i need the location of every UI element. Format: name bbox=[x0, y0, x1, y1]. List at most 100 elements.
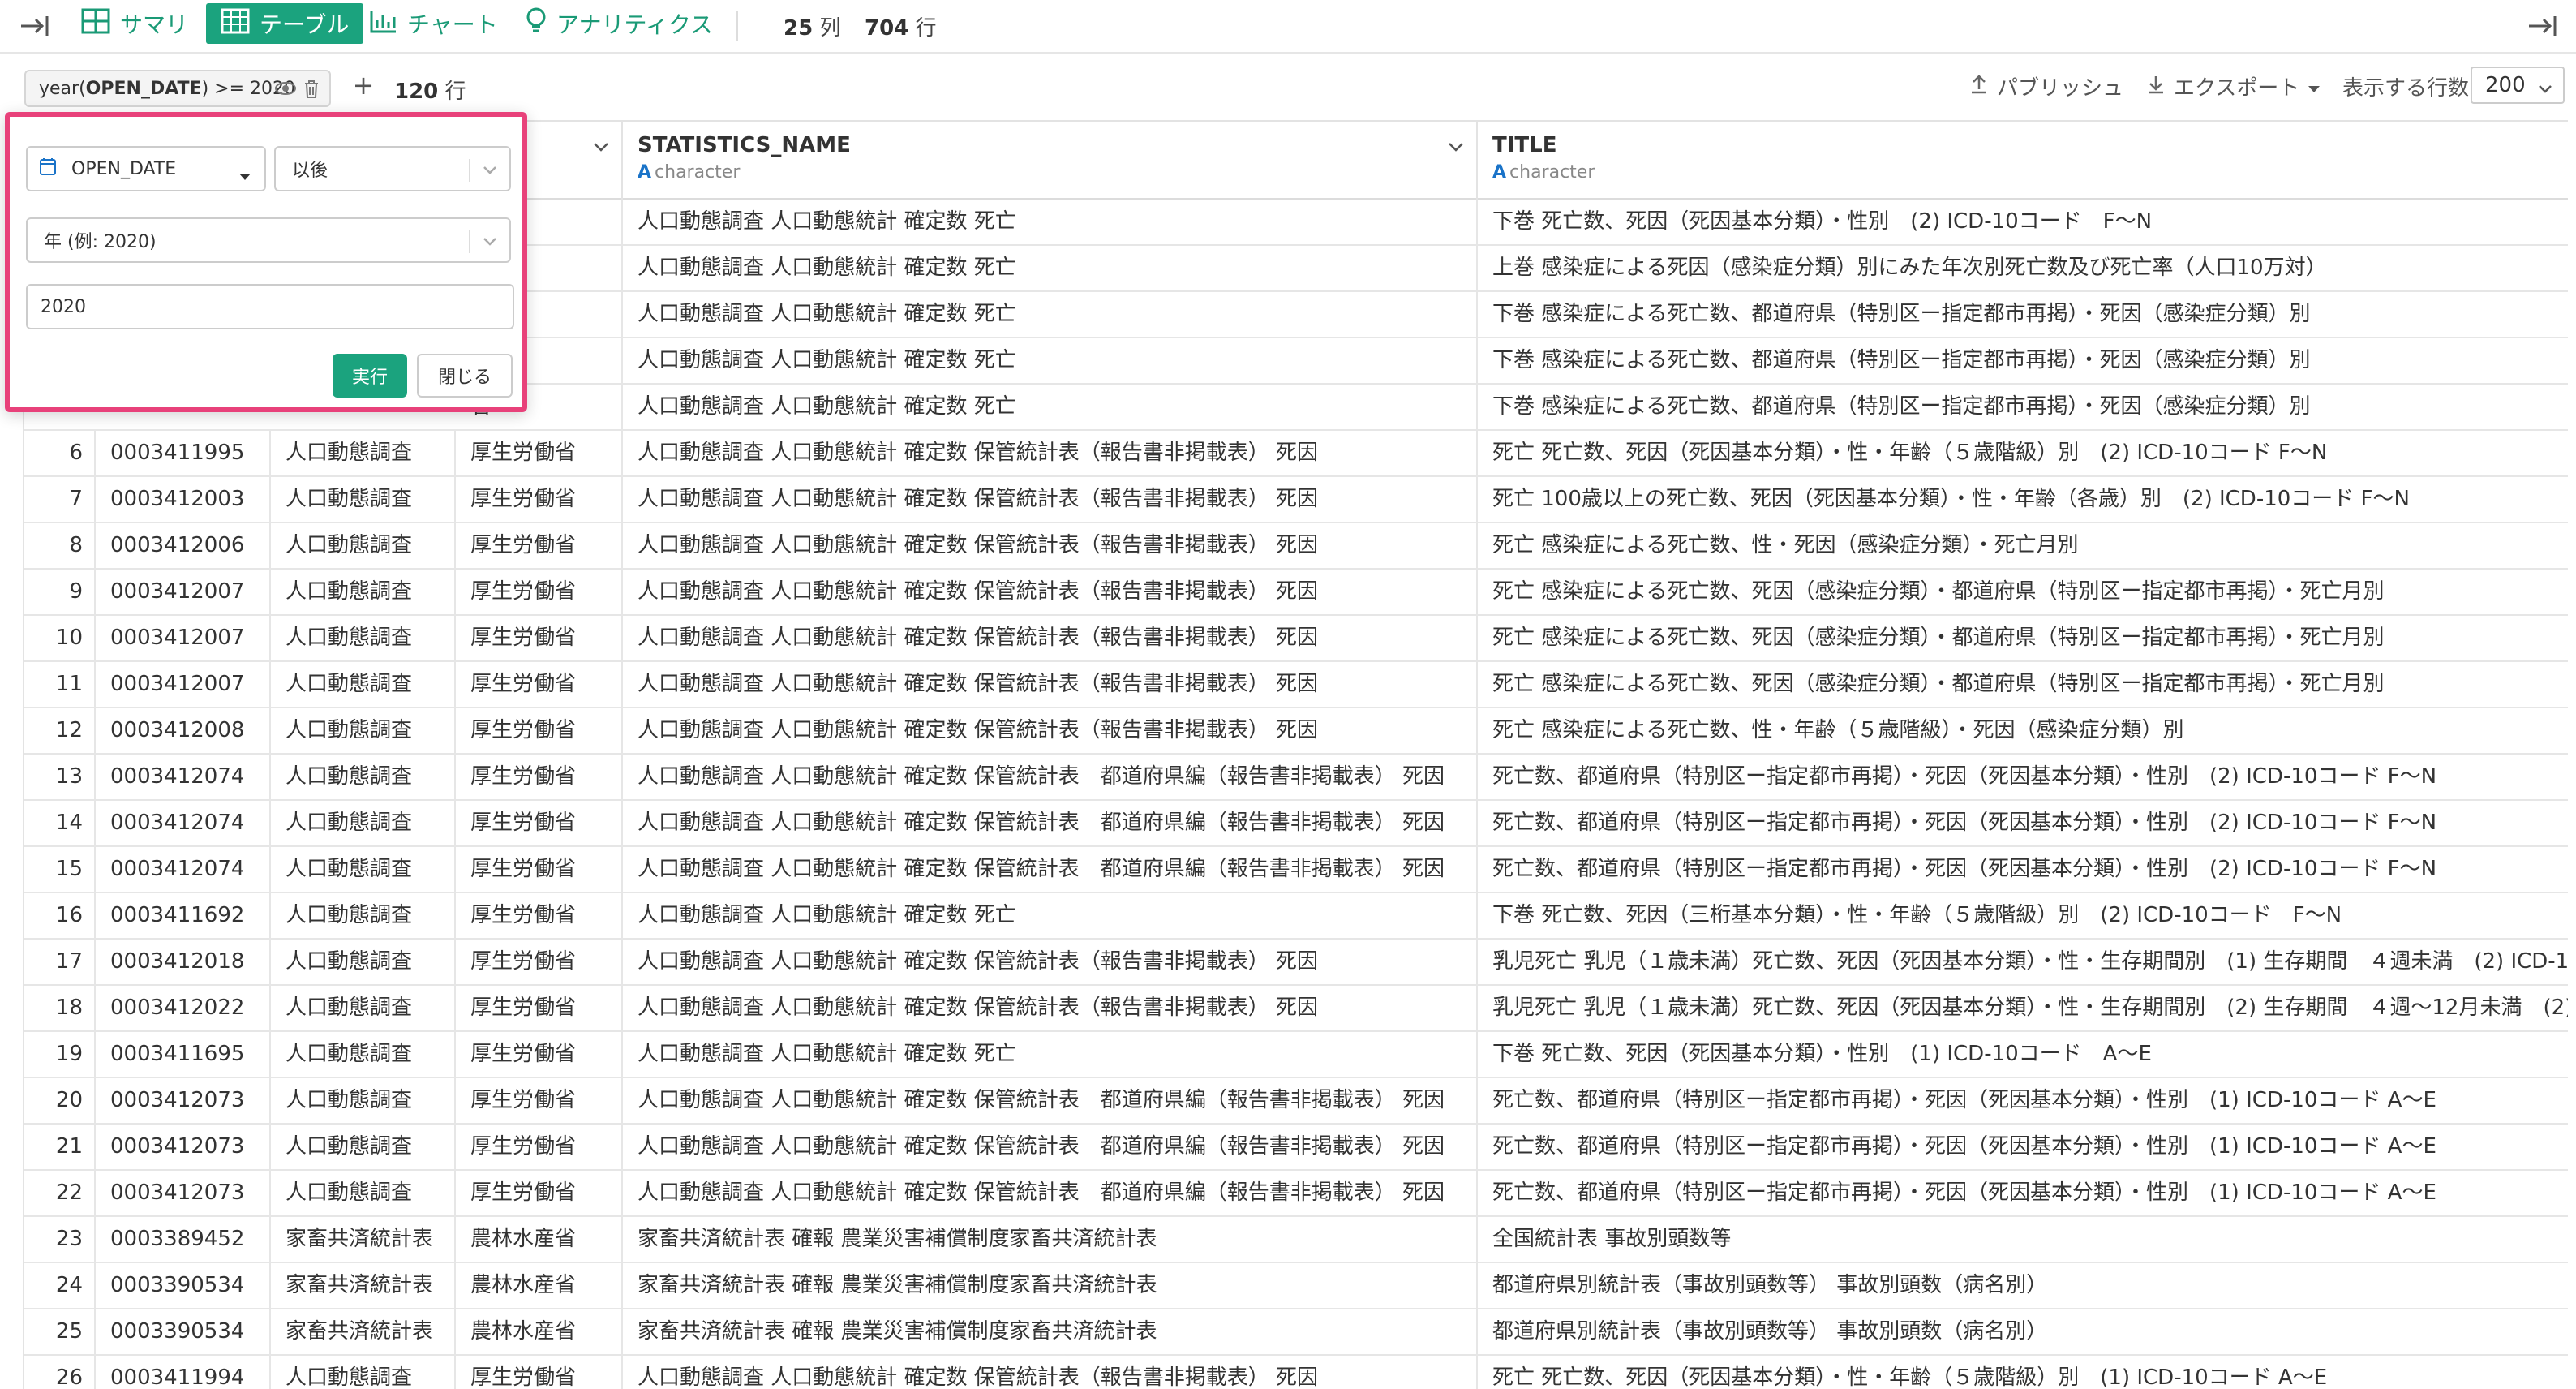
cell-statistics-name[interactable]: 家畜共済統計表 確報 農業災害補償制度家畜共済統計表 bbox=[623, 1309, 1478, 1356]
column-header-title[interactable]: TITLE Acharacter bbox=[1478, 122, 2568, 200]
cell-id[interactable]: 0003411995 bbox=[96, 431, 271, 477]
row-number[interactable]: 7 bbox=[24, 477, 96, 523]
cell-survey[interactable]: 人口動態調査 bbox=[271, 662, 456, 708]
cell-title[interactable]: 上巻 感染症による死因（感染症分類）別にみた年次別死亡数及び死亡率（人口10万対… bbox=[1478, 246, 2568, 292]
cell-statistics-name[interactable]: 人口動態調査 人口動態統計 確定数 死亡 bbox=[623, 385, 1478, 431]
cell-org[interactable]: 厚生労働省 bbox=[456, 1032, 623, 1078]
cell-title[interactable]: 全国統計表 事故別頭数等 bbox=[1478, 1217, 2568, 1263]
row-number[interactable]: 9 bbox=[24, 570, 96, 616]
cell-statistics-name[interactable]: 人口動態調査 人口動態統計 確定数 保管統計表（報告書非掲載表） 死因 bbox=[623, 570, 1478, 616]
row-number[interactable]: 20 bbox=[24, 1078, 96, 1125]
cell-statistics-name[interactable]: 家畜共済統計表 確報 農業災害補償制度家畜共済統計表 bbox=[623, 1263, 1478, 1309]
filter-chip[interactable]: year(OPEN_DATE) >= 2020 bbox=[24, 70, 331, 107]
collapse-panel-icon[interactable] bbox=[2522, 8, 2561, 44]
row-number[interactable]: 21 bbox=[24, 1125, 96, 1171]
cell-survey[interactable]: 人口動態調査 bbox=[271, 755, 456, 801]
cell-id[interactable]: 0003412074 bbox=[96, 801, 271, 847]
cell-id[interactable]: 0003412074 bbox=[96, 755, 271, 801]
cell-org[interactable]: 厚生労働省 bbox=[456, 1171, 623, 1217]
tab-table[interactable]: テーブル bbox=[206, 3, 364, 44]
cell-org[interactable]: 厚生労働省 bbox=[456, 662, 623, 708]
rows-per-page-select[interactable]: 200 bbox=[2471, 67, 2565, 104]
cell-statistics-name[interactable]: 人口動態調査 人口動態統計 確定数 保管統計表（報告書非掲載表） 死因 bbox=[623, 523, 1478, 570]
cell-id[interactable]: 0003411994 bbox=[96, 1356, 271, 1389]
row-number[interactable]: 6 bbox=[24, 431, 96, 477]
row-number[interactable]: 25 bbox=[24, 1309, 96, 1356]
cell-title[interactable]: 死亡 死亡数、死因（死因基本分類）・性・年齢（５歳階級）別 (1) ICD-10… bbox=[1478, 1356, 2568, 1389]
cell-statistics-name[interactable]: 人口動態調査 人口動態統計 確定数 保管統計表 都道府県編（報告書非掲載表） 死… bbox=[623, 1078, 1478, 1125]
row-number[interactable]: 22 bbox=[24, 1171, 96, 1217]
cell-statistics-name[interactable]: 家畜共済統計表 確報 農業災害補償制度家畜共済統計表 bbox=[623, 1217, 1478, 1263]
cell-org[interactable]: 厚生労働省 bbox=[456, 847, 623, 893]
add-filter-button[interactable]: + bbox=[347, 70, 380, 101]
collapse-sidebar-icon[interactable] bbox=[15, 8, 54, 44]
cell-title[interactable]: 死亡 死亡数、死因（死因基本分類）・性・年齢（５歳階級）別 (2) ICD-10… bbox=[1478, 431, 2568, 477]
cell-title[interactable]: 死亡 感染症による死亡数、性・死因（感染症分類）・死亡月別 bbox=[1478, 523, 2568, 570]
cell-id[interactable]: 0003412022 bbox=[96, 986, 271, 1032]
cell-org[interactable]: 農林水産省 bbox=[456, 1309, 623, 1356]
cell-survey[interactable]: 人口動態調査 bbox=[271, 708, 456, 755]
cell-org[interactable]: 厚生労働省 bbox=[456, 893, 623, 940]
row-number[interactable]: 19 bbox=[24, 1032, 96, 1078]
cell-title[interactable]: 死亡 100歳以上の死亡数、死因（死因基本分類）・性・年齢（各歳）別 (2) I… bbox=[1478, 477, 2568, 523]
cell-org[interactable]: 農林水産省 bbox=[456, 1217, 623, 1263]
cell-survey[interactable]: 人口動態調査 bbox=[271, 477, 456, 523]
cell-survey[interactable]: 人口動態調査 bbox=[271, 1078, 456, 1125]
cell-org[interactable]: 厚生労働省 bbox=[456, 986, 623, 1032]
cell-title[interactable]: 都道府県別統計表（事故別頭数等） 事故別頭数（病名別） bbox=[1478, 1309, 2568, 1356]
cell-title[interactable]: 下巻 死亡数、死因（死因基本分類）・性別 (1) ICD-10コード A〜E bbox=[1478, 1032, 2568, 1078]
cell-id[interactable]: 0003412018 bbox=[96, 940, 271, 986]
cell-statistics-name[interactable]: 人口動態調査 人口動態統計 確定数 死亡 bbox=[623, 893, 1478, 940]
row-number[interactable]: 26 bbox=[24, 1356, 96, 1389]
cell-org[interactable]: 厚生労働省 bbox=[456, 570, 623, 616]
cell-org[interactable]: 厚生労働省 bbox=[456, 1356, 623, 1389]
cell-title[interactable]: 死亡数、都道府県（特別区ー指定都市再掲）・死因（死因基本分類）・性別 (2) I… bbox=[1478, 755, 2568, 801]
chevron-down-icon[interactable] bbox=[1447, 138, 1465, 159]
cell-title[interactable]: 死亡 感染症による死亡数、死因（感染症分類）・都道府県（特別区ー指定都市再掲）・… bbox=[1478, 570, 2568, 616]
close-button[interactable]: 閉じる bbox=[417, 354, 513, 398]
cell-title[interactable]: 死亡 感染症による死亡数、死因（感染症分類）・都道府県（特別区ー指定都市再掲）・… bbox=[1478, 616, 2568, 662]
cell-org[interactable]: 厚生労働省 bbox=[456, 708, 623, 755]
run-button[interactable]: 実行 bbox=[333, 354, 407, 398]
row-number[interactable]: 17 bbox=[24, 940, 96, 986]
cell-org[interactable]: 厚生労働省 bbox=[456, 477, 623, 523]
cell-title[interactable]: 下巻 死亡数、死因（三桁基本分類）・性・年齢（５歳階級）別 (2) ICD-10… bbox=[1478, 893, 2568, 940]
cell-statistics-name[interactable]: 人口動態調査 人口動態統計 確定数 保管統計表（報告書非掲載表） 死因 bbox=[623, 616, 1478, 662]
cell-id[interactable]: 0003412073 bbox=[96, 1171, 271, 1217]
row-number[interactable]: 8 bbox=[24, 523, 96, 570]
cell-org[interactable]: 厚生労働省 bbox=[456, 1078, 623, 1125]
cell-id[interactable]: 0003412007 bbox=[96, 570, 271, 616]
cell-title[interactable]: 下巻 感染症による死亡数、都道府県（特別区ー指定都市再掲）・死因（感染症分類）別 bbox=[1478, 338, 2568, 385]
cell-org[interactable]: 農林水産省 bbox=[456, 1263, 623, 1309]
cell-title[interactable]: 乳児死亡 乳児（１歳未満）死亡数、死因（死因基本分類）・性・生存期間別 (2) … bbox=[1478, 986, 2568, 1032]
cell-statistics-name[interactable]: 人口動態調査 人口動態統計 確定数 保管統計表 都道府県編（報告書非掲載表） 死… bbox=[623, 755, 1478, 801]
row-number[interactable]: 24 bbox=[24, 1263, 96, 1309]
row-number[interactable]: 16 bbox=[24, 893, 96, 940]
cell-title[interactable]: 乳児死亡 乳児（１歳未満）死亡数、死因（死因基本分類）・性・生存期間別 (1) … bbox=[1478, 940, 2568, 986]
row-number[interactable]: 15 bbox=[24, 847, 96, 893]
filter-unit-select[interactable]: 年 (例: 2020) bbox=[26, 217, 511, 263]
cell-title[interactable]: 死亡数、都道府県（特別区ー指定都市再掲）・死因（死因基本分類）・性別 (1) I… bbox=[1478, 1125, 2568, 1171]
cell-statistics-name[interactable]: 人口動態調査 人口動態統計 確定数 保管統計表（報告書非掲載表） 死因 bbox=[623, 1356, 1478, 1389]
cell-org[interactable]: 厚生労働省 bbox=[456, 755, 623, 801]
cell-title[interactable]: 死亡数、都道府県（特別区ー指定都市再掲）・死因（死因基本分類）・性別 (2) I… bbox=[1478, 847, 2568, 893]
cell-statistics-name[interactable]: 人口動態調査 人口動態統計 確定数 保管統計表（報告書非掲載表） 死因 bbox=[623, 708, 1478, 755]
column-header-statistics-name[interactable]: STATISTICS_NAME Acharacter bbox=[623, 122, 1478, 200]
cell-statistics-name[interactable]: 人口動態調査 人口動態統計 確定数 死亡 bbox=[623, 246, 1478, 292]
filter-column-select[interactable]: OPEN_DATE bbox=[26, 146, 266, 191]
cell-statistics-name[interactable]: 人口動態調査 人口動態統計 確定数 死亡 bbox=[623, 1032, 1478, 1078]
cell-survey[interactable]: 人口動態調査 bbox=[271, 801, 456, 847]
cell-title[interactable]: 下巻 感染症による死亡数、都道府県（特別区ー指定都市再掲）・死因（感染症分類）別 bbox=[1478, 385, 2568, 431]
eye-icon[interactable] bbox=[274, 80, 297, 104]
cell-title[interactable]: 死亡 感染症による死亡数、死因（感染症分類）・都道府県（特別区ー指定都市再掲）・… bbox=[1478, 662, 2568, 708]
tab-summary[interactable]: サマリ bbox=[81, 3, 188, 44]
cell-id[interactable]: 0003412007 bbox=[96, 616, 271, 662]
cell-id[interactable]: 0003412007 bbox=[96, 662, 271, 708]
cell-id[interactable]: 0003411695 bbox=[96, 1032, 271, 1078]
cell-statistics-name[interactable]: 人口動態調査 人口動態統計 確定数 死亡 bbox=[623, 292, 1478, 338]
export-button[interactable]: エクスポート bbox=[2146, 71, 2321, 101]
cell-title[interactable]: 死亡数、都道府県（特別区ー指定都市再掲）・死因（死因基本分類）・性別 (1) I… bbox=[1478, 1078, 2568, 1125]
cell-survey[interactable]: 家畜共済統計表 bbox=[271, 1263, 456, 1309]
publish-button[interactable]: パブリッシュ bbox=[1969, 71, 2123, 101]
cell-survey[interactable]: 人口動態調査 bbox=[271, 1125, 456, 1171]
